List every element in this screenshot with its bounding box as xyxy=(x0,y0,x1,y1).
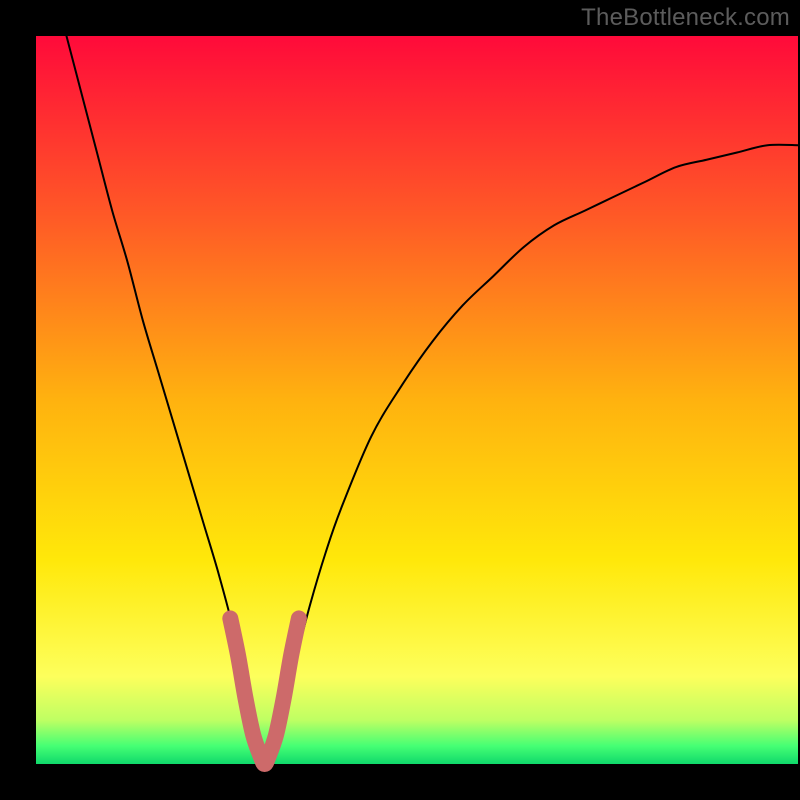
chart-container: TheBottleneck.com xyxy=(0,0,800,800)
bottleneck-chart xyxy=(0,0,800,800)
watermark-text: TheBottleneck.com xyxy=(581,4,790,32)
plot-background xyxy=(36,36,798,764)
